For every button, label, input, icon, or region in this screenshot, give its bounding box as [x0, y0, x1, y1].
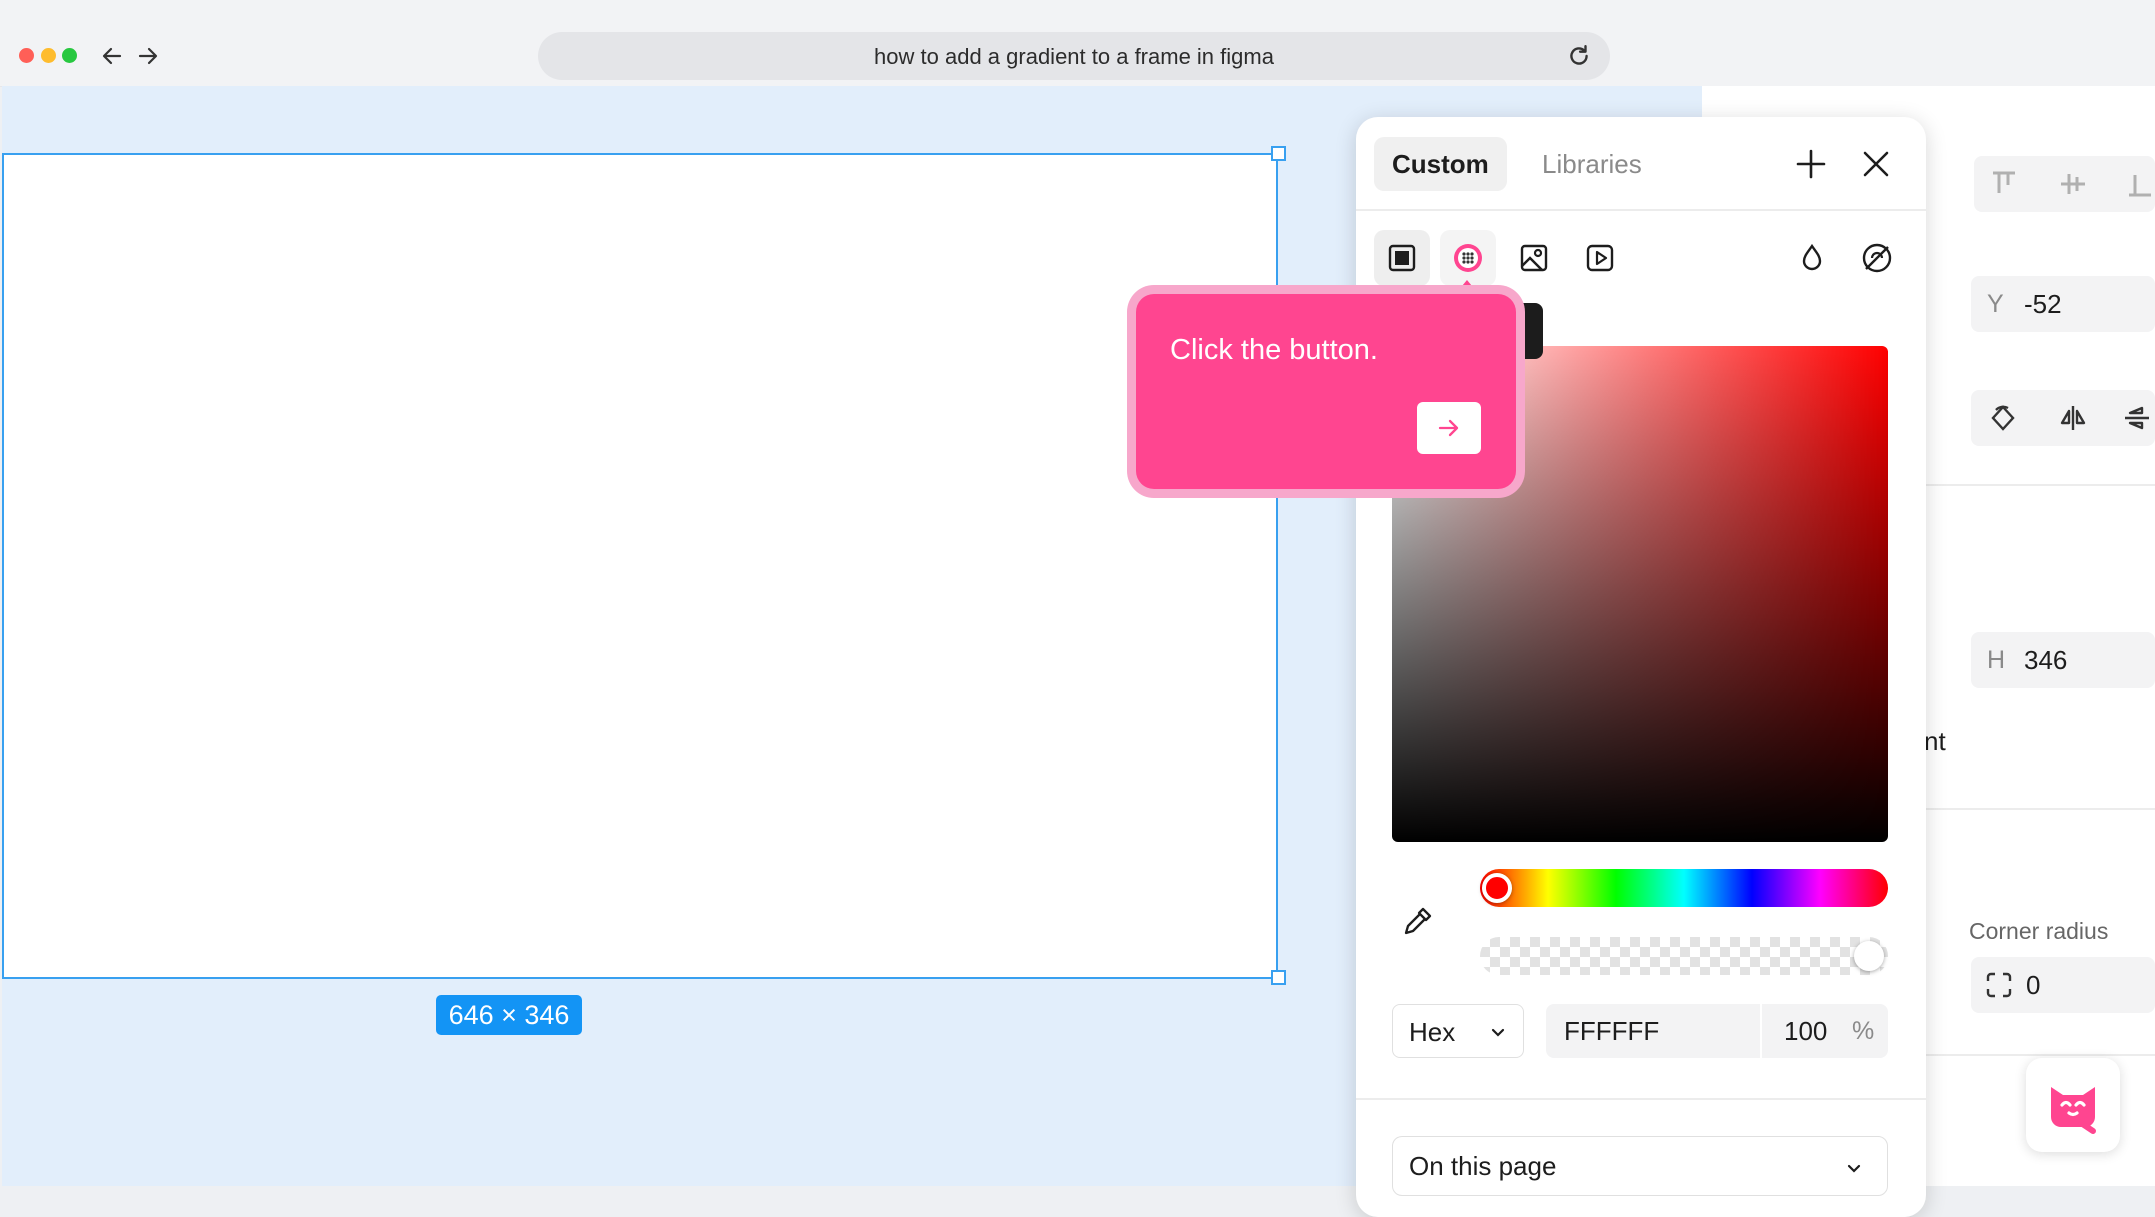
chevron-down-icon	[1847, 1164, 1861, 1173]
align-bottom-icon[interactable]	[2124, 168, 2155, 200]
back-arrow-icon[interactable]	[100, 44, 124, 68]
arrow-right-icon	[1438, 419, 1459, 437]
resize-handle-bottom-right[interactable]	[1271, 970, 1286, 985]
flip-horizontal-icon[interactable]	[2057, 402, 2089, 434]
frame-size-badge: 646 × 346	[436, 995, 582, 1035]
selected-frame[interactable]	[2, 153, 1278, 979]
partial-label: nt	[1924, 726, 1946, 756]
opacity-value[interactable]: 100	[1784, 1016, 1827, 1047]
color-picker-popover: Custom Libraries Hex FFFFFF 100 % On thi…	[1356, 117, 1926, 1217]
color-format-select[interactable]: Hex	[1392, 1004, 1524, 1058]
solid-fill-icon	[1388, 244, 1416, 272]
guide-next-button[interactable]	[1417, 402, 1481, 454]
opacity-slider-knob[interactable]	[1854, 941, 1884, 971]
color-format-value: Hex	[1409, 1017, 1456, 1047]
align-top-icon[interactable]	[1988, 168, 2020, 200]
image-fill-icon	[1520, 244, 1548, 272]
flip-vertical-icon[interactable]	[2121, 402, 2153, 434]
cat-logo-icon	[2051, 1087, 2096, 1134]
reload-icon[interactable]	[1566, 43, 1592, 69]
opacity-drop-icon[interactable]	[1796, 242, 1828, 274]
close-window-button[interactable]	[19, 48, 34, 63]
gradient-fill-button[interactable]	[1440, 230, 1496, 286]
header-divider	[1356, 209, 1926, 211]
address-text: how to add a gradient to a frame in figm…	[874, 44, 1274, 69]
y-label: Y	[1987, 290, 2004, 318]
guide-callout: Click the button.	[1136, 294, 1516, 489]
address-bar[interactable]: how to add a gradient to a frame in figm…	[538, 32, 1610, 80]
gradient-fill-icon	[1454, 244, 1482, 272]
hex-input[interactable]: FFFFFF 100 %	[1546, 1004, 1888, 1058]
section-divider	[1902, 484, 2155, 486]
h-label: H	[1987, 646, 2006, 674]
y-value: -52	[2024, 289, 2062, 319]
close-icon[interactable]	[1860, 148, 1892, 180]
corner-radius-icon	[1986, 972, 2012, 998]
opacity-unit: %	[1852, 1017, 1875, 1045]
guide-app-badge[interactable]	[2026, 1058, 2120, 1152]
tab-libraries[interactable]: Libraries	[1524, 137, 1660, 191]
forward-arrow-icon[interactable]	[136, 44, 160, 68]
section-divider	[1356, 1098, 1926, 1100]
scope-select[interactable]: On this page	[1392, 1136, 1888, 1196]
align-vertical-center-icon[interactable]	[2057, 168, 2089, 200]
hue-slider-knob[interactable]	[1482, 873, 1512, 903]
align-controls	[1974, 156, 2155, 212]
h-value: 346	[2024, 645, 2068, 675]
rotate-icon[interactable]	[1987, 402, 2019, 434]
eyedropper-icon[interactable]	[1400, 903, 1436, 939]
hue-slider[interactable]	[1480, 869, 1888, 907]
y-position-field[interactable]: Y -52	[1971, 276, 2155, 332]
corner-radius-value: 0	[2026, 970, 2041, 1000]
scope-value: On this page	[1409, 1151, 1557, 1181]
corner-radius-label: Corner radius	[1969, 918, 2109, 944]
section-divider	[1902, 808, 2155, 810]
image-fill-button[interactable]	[1506, 230, 1562, 286]
browser-toolbar: how to add a gradient to a frame in figm…	[0, 0, 2155, 87]
hex-value: FFFFFF	[1564, 1016, 1660, 1046]
transform-controls	[1971, 390, 2155, 446]
add-style-icon[interactable]	[1794, 147, 1828, 181]
corner-radius-field[interactable]: 0	[1971, 957, 2155, 1013]
guide-callout-text: Click the button.	[1170, 334, 1378, 366]
video-fill-icon	[1586, 244, 1614, 272]
field-separator	[1760, 1004, 1762, 1058]
solid-fill-button[interactable]	[1374, 230, 1430, 286]
opacity-slider[interactable]	[1480, 937, 1888, 975]
video-fill-button[interactable]	[1572, 230, 1628, 286]
hide-fill-icon[interactable]	[1860, 241, 1894, 275]
minimize-window-button[interactable]	[41, 48, 56, 63]
tab-custom[interactable]: Custom	[1374, 137, 1507, 191]
section-divider	[1902, 1054, 2155, 1056]
height-field[interactable]: H 346	[1971, 632, 2155, 688]
maximize-window-button[interactable]	[62, 48, 77, 63]
chevron-down-icon	[1491, 1028, 1505, 1037]
resize-handle-top-right[interactable]	[1271, 146, 1286, 161]
